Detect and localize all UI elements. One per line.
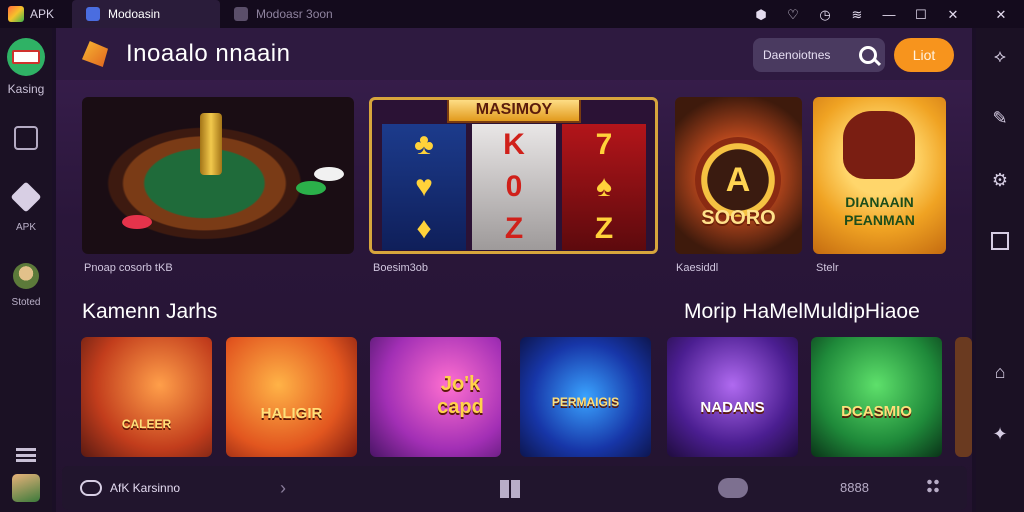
game-card-title: DIANAAIN PEANMAN [844, 194, 915, 228]
sidebar-item-label: APK [15, 222, 36, 233]
app-header: Inoaalo nnaain Daenoiotnes Liot [56, 28, 972, 80]
casino-app-icon [7, 38, 45, 76]
game-mascot [843, 111, 915, 179]
game-caption: Pnoap cosorb tKB [84, 262, 173, 274]
apk-brand[interactable]: APK [0, 6, 72, 22]
menu-icon[interactable] [16, 448, 36, 462]
share-icon[interactable]: ⟡ [990, 46, 1010, 66]
roulette-spindle [200, 113, 222, 175]
apk-brand-label: APK [30, 7, 55, 21]
controller-icon[interactable] [80, 480, 102, 496]
app-window: APK Modoasin Modoasr 3oon ⬢ ♡ ◷ ≋ — ☐ ✕ … [0, 0, 1024, 512]
puzzle-icon[interactable]: ✦ [990, 424, 1010, 444]
close-icon[interactable]: ✕ [946, 7, 960, 21]
game-tile-partial[interactable] [955, 337, 972, 457]
game-card-slots[interactable]: MASIMOY ♣ ♥ ♦ K 0 Z 7 ♠ Z [369, 97, 658, 254]
heart-icon[interactable]: ♡ [786, 7, 800, 21]
avatar [12, 263, 39, 289]
search-placeholder: Daenoiotnes [763, 48, 831, 62]
slot-symbol: 0 [505, 170, 523, 203]
profile-avatar[interactable] [12, 474, 40, 502]
sidebar-item-label: Stoted [11, 297, 41, 308]
game-tile[interactable]: DCASMIO [811, 337, 942, 457]
edit-icon[interactable]: ✎ [990, 108, 1010, 128]
window-icon[interactable] [991, 232, 1009, 250]
game-card-sooro[interactable]: A SOORO [675, 97, 802, 254]
app-tab-icon [86, 7, 100, 21]
grid-dots-icon[interactable] [926, 478, 940, 494]
search-icon[interactable] [859, 46, 877, 64]
slot-banner: MASIMOY [447, 100, 581, 123]
game-tile-title: HALIGIR [260, 405, 323, 422]
clock-icon[interactable]: ◷ [818, 7, 832, 21]
slot-symbol: Z [504, 212, 524, 245]
chip-stack [314, 167, 344, 181]
right-toolbar: ⟡ ✎ ⚙ ⌂ ✦ [976, 28, 1024, 512]
main-content: Inoaalo nnaain Daenoiotnes Liot Pnoap co… [56, 28, 972, 512]
section-title-right: Morip HaMelMuldipHiaoe [684, 300, 920, 323]
slot-reel: ♣ ♥ ♦ [382, 124, 466, 250]
wifi-icon[interactable]: ≋ [850, 7, 864, 21]
sidebar-item-label: Kasing [7, 82, 45, 96]
sidebar-item-apk[interactable]: APK [10, 150, 42, 233]
tab-inactive[interactable]: Modoasr 3oon [220, 0, 420, 28]
cloud-icon[interactable] [718, 478, 748, 498]
game-caption: Boesim3ob [373, 262, 429, 274]
windows-icon[interactable] [500, 480, 520, 498]
tab-label: Modoasin [108, 7, 161, 21]
slot-reel: K 0 Z [472, 124, 556, 250]
chevron-right-icon[interactable]: › [280, 478, 286, 499]
close-icon[interactable]: ✕ [994, 7, 1008, 21]
section-title-left: Kamenn Jarhs [82, 300, 218, 323]
gem-icon [10, 181, 42, 213]
bottom-bar: AfK Karsinno › 8888 [62, 466, 967, 510]
game-tile-title: CALEER [121, 417, 172, 431]
tab-label: Modoasr 3oon [256, 7, 333, 21]
sidebar-item-stoted[interactable]: Stoted [11, 233, 41, 308]
game-card-dianaain[interactable]: DIANAAIN PEANMAN [813, 97, 946, 254]
game-tile-title: DCASMIO [841, 403, 912, 420]
settings-icon[interactable]: ⚙ [990, 170, 1010, 190]
page-title: Inoaalo nnaain [126, 40, 291, 67]
chip-stack [296, 181, 326, 195]
game-card-title: SOORO [701, 207, 776, 229]
library-icon[interactable] [14, 126, 38, 150]
app-logo-icon [82, 41, 108, 67]
bag-icon[interactable]: ⬢ [754, 7, 768, 21]
window-controls: ⬢ ♡ ◷ ≋ — ☐ ✕ ✕ [754, 7, 1024, 21]
game-tile[interactable]: HALIGIR [226, 337, 357, 457]
title-bar: APK Modoasin Modoasr 3oon ⬢ ♡ ◷ ≋ — ☐ ✕ … [0, 0, 1024, 28]
app-tab-icon [234, 7, 248, 21]
game-tile[interactable]: NADANS [667, 337, 798, 457]
tab-active[interactable]: Modoasin [72, 0, 220, 28]
game-card-roulette[interactable] [82, 97, 354, 254]
slot-symbol: K [503, 128, 525, 161]
game-tile-title: NADANS [700, 399, 765, 416]
slot-reel: 7 ♠ Z [562, 124, 646, 250]
game-caption: Stelr [816, 262, 839, 274]
bottom-bar-count: 8888 [840, 480, 869, 495]
maximize-icon[interactable]: ☐ [914, 7, 928, 21]
chip-stack [122, 215, 152, 229]
game-tile-title: Jo'k capd [437, 373, 484, 418]
bottom-bar-label: AfK Karsinno [110, 481, 181, 495]
minimize-icon[interactable]: — [882, 7, 896, 21]
apk-logo-icon [8, 6, 24, 22]
game-tile[interactable]: PERMAIGIS [520, 337, 651, 457]
game-tile[interactable]: Jo'k capd [370, 337, 501, 457]
game-tile-title: PERMAIGIS [551, 395, 620, 409]
game-caption: Kaesiddl [676, 262, 719, 274]
game-tile[interactable]: CALEER [81, 337, 212, 457]
list-button[interactable]: Liot [894, 38, 954, 72]
search-input[interactable]: Daenoiotnes [753, 38, 885, 72]
tag-icon[interactable]: ⌂ [990, 362, 1010, 382]
left-sidebar: Kasing APK Stoted [0, 28, 52, 512]
sidebar-item-kasing[interactable]: Kasing [7, 28, 45, 96]
